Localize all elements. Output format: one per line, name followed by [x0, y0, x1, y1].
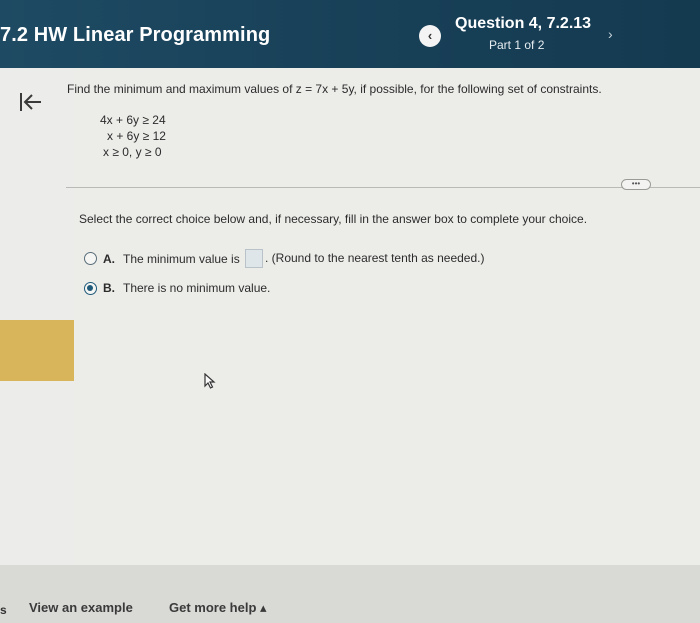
constraint-2: x + 6y ≥ 12 — [107, 129, 166, 143]
minimum-value-input[interactable] — [245, 249, 263, 268]
sidebar-highlight — [0, 320, 74, 381]
view-example-link[interactable]: View an example — [29, 600, 133, 615]
previous-question-button[interactable]: ‹ — [419, 25, 441, 47]
footer-left-mark: s — [0, 603, 7, 617]
chevron-left-icon: ‹ — [427, 28, 433, 43]
choice-a-note: . (Round to the nearest tenth as needed.… — [265, 251, 485, 265]
question-title: Question 4, 7.2.13 — [455, 15, 592, 32]
get-more-help-button[interactable]: Get more help ▴ — [169, 600, 267, 616]
question-part: Part 1 of 2 — [489, 38, 545, 52]
mouse-cursor-icon — [203, 372, 217, 394]
assignment-header: 7.2 HW Linear Programming ‹ Question 4, … — [0, 0, 700, 68]
question-panel — [74, 68, 700, 565]
choice-b-text: There is no minimum value. — [123, 281, 271, 295]
left-sidebar — [0, 68, 74, 565]
more-options-icon[interactable]: ••• — [621, 179, 651, 190]
collapse-left-icon[interactable] — [18, 90, 44, 119]
chevron-right-icon: › — [608, 26, 613, 42]
constraint-3: x ≥ 0, y ≥ 0 — [103, 145, 162, 159]
assignment-title: 7.2 HW Linear Programming — [0, 24, 271, 46]
choice-a-letter: A. — [103, 252, 115, 266]
choice-a-radio[interactable] — [84, 252, 97, 265]
choice-a-text: The minimum value is — [123, 252, 240, 266]
next-question-button[interactable]: › — [608, 26, 613, 42]
section-divider — [66, 187, 700, 188]
constraint-1: 4x + 6y ≥ 24 — [100, 113, 166, 127]
choice-b-letter: B. — [103, 281, 115, 295]
question-prompt: Find the minimum and maximum values of z… — [67, 82, 602, 96]
answer-instruction: Select the correct choice below and, if … — [79, 212, 588, 226]
choice-b-radio[interactable] — [84, 282, 97, 295]
